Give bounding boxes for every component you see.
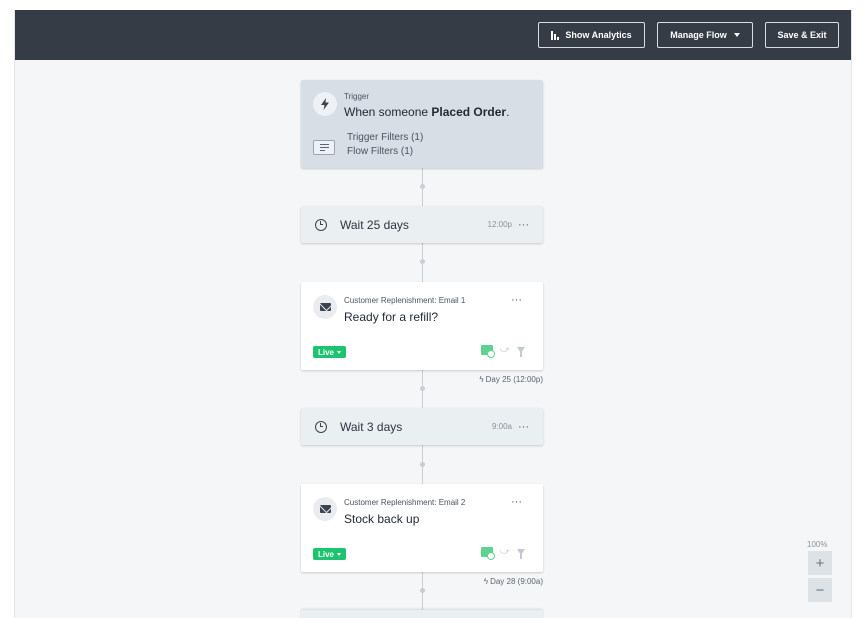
trigger-event-name: Placed Order [431, 105, 507, 119]
trigger-card[interactable]: Trigger When someone Placed Order. Trigg… [301, 80, 543, 168]
bolt-icon [321, 98, 329, 110]
live-status-dropdown[interactable]: Live [313, 548, 346, 560]
manage-flow-label: Manage Flow [670, 30, 727, 40]
smart-sending-icon [481, 546, 495, 560]
trigger-headline: When someone Placed Order. [344, 105, 509, 119]
connector-dot [420, 588, 425, 593]
trigger-filters-text: Trigger Filters (1) [347, 132, 424, 143]
email-status-icons: ⤻ [481, 344, 525, 358]
smart-sending-icon [481, 344, 495, 358]
connector-dot [420, 259, 425, 264]
caret-down-icon [337, 350, 341, 354]
more-options-icon[interactable]: ··· [511, 497, 522, 508]
day-note-text: Day 28 (9:00a) [490, 577, 543, 586]
zoom-in-button[interactable]: + [808, 551, 832, 575]
email-icon-circle [313, 497, 337, 521]
envelope-icon [319, 505, 331, 513]
filter-icon [313, 140, 335, 155]
email-subject: Ready for a refill? [344, 310, 439, 324]
live-status-label: Live [317, 549, 334, 559]
ab-test-icon: ⤻ [500, 546, 510, 556]
caret-down-icon [733, 33, 740, 37]
next-step-card[interactable] [301, 610, 543, 618]
show-analytics-button[interactable]: Show Analytics [538, 22, 645, 48]
funnel-icon [516, 346, 525, 357]
email-icon-circle [313, 295, 337, 319]
wait-step-1[interactable]: Wait 25 days 12:00p ··· [301, 206, 543, 243]
trigger-filters-summary[interactable]: Trigger Filters (1) Flow Filters (1) [347, 131, 423, 159]
trigger-headline-prefix: When someone [344, 105, 432, 119]
wait-time: 9:00a [491, 422, 512, 431]
email-status-icons: ⤻ [481, 546, 525, 560]
clock-icon [315, 420, 327, 433]
trigger-icon-circle [313, 92, 337, 116]
connector-dot [420, 386, 425, 391]
wait-time: 12:00p [487, 220, 512, 229]
save-exit-label: Save & Exit [777, 30, 827, 40]
wait-label: Wait 25 days [340, 217, 409, 232]
caret-down-icon [337, 552, 341, 556]
save-exit-button[interactable]: Save & Exit [765, 22, 839, 48]
wait-step-2[interactable]: Wait 3 days 9:00a ··· [301, 408, 543, 445]
day-note-text: Day 25 (12:00p) [485, 375, 543, 384]
live-status-dropdown[interactable]: Live [313, 346, 346, 358]
zoom-out-button[interactable]: − [808, 578, 832, 602]
bar-chart-icon [551, 30, 560, 40]
trigger-eyebrow: Trigger [344, 92, 370, 101]
flow-canvas: Show Analytics Manage Flow Save & Exit T… [14, 10, 852, 618]
email-name: Customer Replenishment: Email 2 [344, 498, 466, 507]
connector-dot [420, 184, 425, 189]
email-step-1[interactable]: Customer Replenishment: Email 1 ··· Read… [301, 282, 543, 370]
live-status-label: Live [317, 347, 334, 357]
day-note-1: ϟ Day 25 (12:00p) [443, 375, 543, 384]
flow-filters-text: Flow Filters (1) [347, 146, 414, 157]
email-name: Customer Replenishment: Email 1 [344, 296, 466, 305]
more-options-icon[interactable]: ··· [518, 421, 529, 432]
trigger-headline-suffix: . [506, 105, 510, 119]
bolt-icon: ϟ [479, 375, 484, 384]
bolt-icon: ϟ [483, 577, 489, 586]
wait-label: Wait 3 days [340, 419, 403, 434]
show-analytics-label: Show Analytics [565, 30, 632, 40]
more-options-icon[interactable]: ··· [511, 295, 522, 306]
email-step-2[interactable]: Customer Replenishment: Email 2 ··· Stoc… [301, 484, 543, 572]
ab-test-icon: ⤻ [500, 344, 510, 354]
day-note-2: ϟ Day 28 (9:00a) [443, 577, 543, 586]
funnel-icon [516, 548, 525, 559]
zoom-level: 100% [807, 540, 828, 549]
connector-dot [420, 462, 425, 467]
clock-icon [315, 218, 327, 231]
top-toolbar: Show Analytics Manage Flow Save & Exit [15, 10, 851, 60]
manage-flow-button[interactable]: Manage Flow [657, 22, 753, 48]
more-options-icon[interactable]: ··· [518, 219, 529, 230]
email-subject: Stock back up [344, 512, 420, 526]
envelope-icon [319, 303, 331, 311]
